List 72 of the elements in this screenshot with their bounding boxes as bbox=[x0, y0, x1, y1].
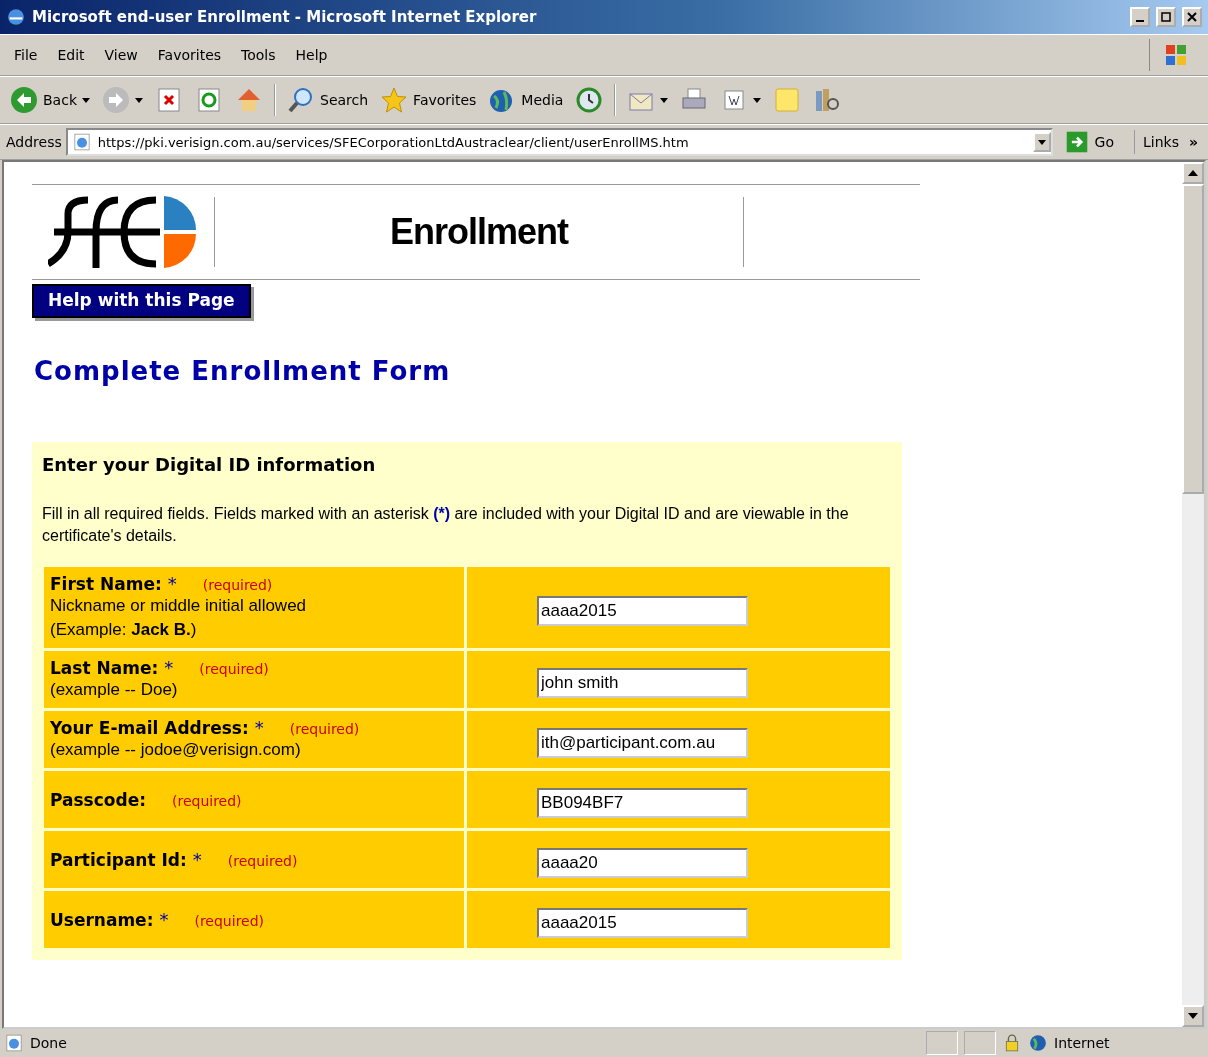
menu-item[interactable]: Favorites bbox=[149, 45, 230, 65]
maximize-button[interactable] bbox=[1156, 7, 1176, 27]
form-title: Complete Enrollment Form bbox=[34, 356, 452, 386]
favorites-button[interactable]: Favorites bbox=[376, 84, 481, 116]
page-heading: Enrollment bbox=[389, 211, 570, 253]
menu-item[interactable]: Edit bbox=[49, 45, 93, 65]
field-label: Passcode: bbox=[50, 789, 146, 810]
close-button[interactable] bbox=[1182, 7, 1202, 27]
field-hint: Nickname or middle initial allowed bbox=[50, 595, 308, 617]
down-arrow-icon bbox=[1188, 1013, 1198, 1019]
refresh-icon bbox=[195, 86, 223, 114]
text-field[interactable]: ith@participant.com.au bbox=[537, 727, 748, 758]
menu-item[interactable]: File bbox=[6, 45, 46, 65]
maximize-icon bbox=[1161, 12, 1171, 22]
status-pane bbox=[926, 1031, 958, 1055]
asterisk: * bbox=[164, 657, 174, 678]
address-label: Address bbox=[6, 134, 62, 150]
text-field[interactable]: john smith bbox=[537, 667, 748, 698]
minimize-icon bbox=[1136, 20, 1144, 22]
required-note: (required) bbox=[202, 577, 273, 593]
asterisk: * bbox=[167, 573, 177, 594]
required-note: (required) bbox=[194, 913, 265, 929]
required-note: (required) bbox=[227, 853, 298, 869]
browser-icon bbox=[6, 7, 26, 27]
zone-text: Internet bbox=[1054, 1035, 1111, 1051]
globe-icon bbox=[1028, 1033, 1048, 1053]
star-icon bbox=[380, 86, 409, 114]
asterisk: * bbox=[254, 717, 264, 738]
asterisk: * bbox=[192, 849, 202, 870]
links-button[interactable]: Links » bbox=[1139, 134, 1202, 150]
field-label: Username: bbox=[50, 910, 154, 930]
dropdown-button[interactable] bbox=[1032, 132, 1051, 152]
address-field[interactable]: https://pki.verisign.com.au/services/SFECorporationLtdAustraclear/client/userEnrollMS.htm bbox=[65, 128, 1053, 156]
menu-item[interactable]: Help bbox=[287, 45, 336, 65]
go-button[interactable]: Go bbox=[1056, 130, 1135, 154]
required-note: (required) bbox=[171, 792, 242, 809]
required-note: (required) bbox=[289, 721, 360, 737]
text-field[interactable]: aaaa20 bbox=[537, 847, 748, 878]
page-icon bbox=[71, 132, 92, 152]
field-hint: (example -- jodoe@verisign.com) bbox=[50, 739, 302, 761]
stop-icon bbox=[155, 86, 183, 114]
field-hint: (example -- Doe) bbox=[50, 679, 179, 701]
status-pane bbox=[964, 1031, 996, 1055]
field-label: First Name: bbox=[50, 574, 162, 594]
note-icon bbox=[773, 86, 802, 114]
field-label: Participant Id: bbox=[50, 850, 187, 870]
help-button[interactable]: Help with this Page bbox=[32, 284, 251, 318]
menu-item[interactable]: View bbox=[96, 45, 146, 65]
books-icon bbox=[813, 86, 842, 114]
instructions: Fill in all required fields. Fields marked with an asterisk (*) are included with your Digital ID and are viewable in the certificate's details. bbox=[42, 504, 850, 546]
menu-item[interactable]: Tools bbox=[233, 45, 284, 65]
field-label: Last Name: bbox=[50, 658, 159, 678]
section-title: Enter your Digital ID information bbox=[42, 454, 377, 475]
media-button[interactable]: Media bbox=[484, 84, 568, 116]
text-field[interactable]: aaaa2015 bbox=[537, 595, 748, 626]
search-icon bbox=[287, 86, 315, 114]
page-icon bbox=[4, 1033, 24, 1053]
field-label: Your E-mail Address: bbox=[50, 718, 249, 738]
history-icon bbox=[575, 86, 604, 114]
required-note: (required) bbox=[199, 661, 269, 677]
back-button[interactable]: Back bbox=[6, 84, 94, 116]
up-arrow-icon bbox=[1188, 170, 1198, 176]
asterisk: * bbox=[159, 909, 169, 930]
text-field[interactable]: aaaa2015 bbox=[537, 907, 748, 938]
search-button[interactable]: Search bbox=[283, 84, 373, 116]
text-field[interactable]: BB094BF7 bbox=[537, 787, 748, 818]
caret-icon bbox=[1037, 139, 1046, 145]
window-title: Microsoft end-user Enrollment - Microsoft Internet Explorer bbox=[32, 8, 538, 26]
status-text: Done bbox=[30, 1035, 68, 1051]
minimize-button[interactable] bbox=[1130, 7, 1150, 27]
field-hint: (Example: Jack B.) bbox=[50, 619, 198, 641]
close-icon bbox=[1187, 12, 1197, 22]
